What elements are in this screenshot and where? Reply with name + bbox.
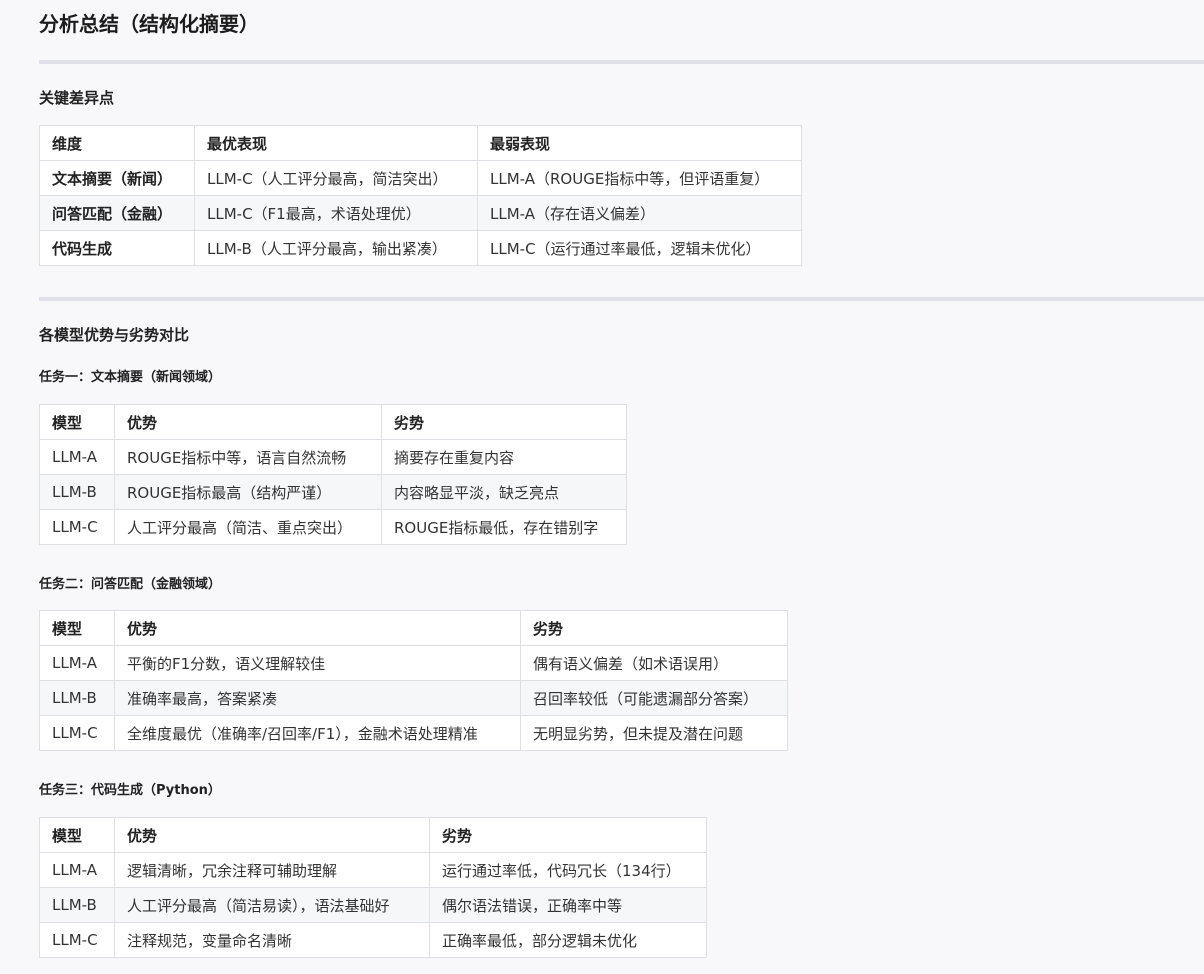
column-header: 模型: [39, 404, 115, 440]
table-row: LLM-A 平衡的F1分数，语义理解较佳 偶有语义偏差（如术语误用）: [39, 645, 788, 681]
table-cell: LLM-B: [39, 887, 115, 923]
column-header: 劣势: [429, 817, 707, 853]
column-header: 优势: [114, 404, 382, 440]
table-row: LLM-B 人工评分最高（简洁易读），语法基础好 偶尔语法错误，正确率中等: [39, 887, 707, 923]
table-cell: 代码生成: [39, 230, 195, 266]
table-cell: LLM-C: [39, 509, 115, 545]
table-header-row: 模型 优势 劣势: [39, 610, 788, 646]
task-3-table: 模型 优势 劣势 LLM-A 逻辑清晰，冗余注释可辅助理解 运行通过率低，代码冗…: [39, 817, 707, 958]
table-cell: LLM-C（人工评分最高，简洁突出）: [194, 160, 478, 196]
table-cell: LLM-C: [39, 715, 115, 751]
table-cell: 人工评分最高（简洁易读），语法基础好: [114, 887, 430, 923]
table-cell: 召回率较低（可能遗漏部分答案）: [520, 680, 788, 716]
table-cell: 摘要存在重复内容: [381, 439, 627, 475]
table-cell: 平衡的F1分数，语义理解较佳: [114, 645, 521, 681]
table-cell: LLM-C（F1最高，术语处理优）: [194, 195, 478, 231]
column-header: 模型: [39, 610, 115, 646]
table-row: 文本摘要（新闻） LLM-C（人工评分最高，简洁突出） LLM-A（ROUGE指…: [39, 160, 802, 196]
table-cell: ROUGE指标最高（结构严谨）: [114, 474, 382, 510]
table-cell: 文本摘要（新闻）: [39, 160, 195, 196]
table-cell: ROUGE指标最低，存在错别字: [381, 509, 627, 545]
table-cell: ROUGE指标中等，语言自然流畅: [114, 439, 382, 475]
table-cell: 无明显劣势，但未提及潜在问题: [520, 715, 788, 751]
column-header: 劣势: [520, 610, 788, 646]
key-diff-table: 维度 最优表现 最弱表现 文本摘要（新闻） LLM-C（人工评分最高，简洁突出）…: [39, 125, 802, 266]
column-header: 维度: [39, 125, 195, 161]
page-title: 分析总结（结构化摘要）: [39, 12, 259, 36]
table-header-row: 维度 最优表现 最弱表现: [39, 125, 802, 161]
column-header: 最弱表现: [477, 125, 802, 161]
table-row: LLM-C 注释规范，变量命名清晰 正确率最低，部分逻辑未优化: [39, 922, 707, 958]
divider: [39, 297, 1204, 301]
table-cell: 正确率最低，部分逻辑未优化: [429, 922, 707, 958]
column-header: 优势: [114, 610, 521, 646]
table-header-row: 模型 优势 劣势: [39, 817, 707, 853]
table-cell: 注释规范，变量命名清晰: [114, 922, 430, 958]
table-cell: 偶有语义偏差（如术语误用）: [520, 645, 788, 681]
table-row: 问答匹配（金融） LLM-C（F1最高，术语处理优） LLM-A（存在语义偏差）: [39, 195, 802, 231]
table-cell: LLM-C（运行通过率最低，逻辑未优化）: [477, 230, 802, 266]
table-cell: LLM-A（ROUGE指标中等，但评语重复）: [477, 160, 802, 196]
divider: [39, 60, 1204, 64]
column-header: 劣势: [381, 404, 627, 440]
table-cell: LLM-B（人工评分最高，输出紧凑）: [194, 230, 478, 266]
key-diff-heading: 关键差异点: [39, 89, 115, 107]
table-cell: LLM-C: [39, 922, 115, 958]
table-cell: 内容略显平淡，缺乏亮点: [381, 474, 627, 510]
task-2-heading: 任务二：问答匹配（金融领域）: [39, 577, 222, 592]
table-cell: 逻辑清晰，冗余注释可辅助理解: [114, 852, 430, 888]
table-cell: LLM-A: [39, 645, 115, 681]
table-cell: LLM-B: [39, 474, 115, 510]
table-cell: 偶尔语法错误，正确率中等: [429, 887, 707, 923]
table-row: LLM-A ROUGE指标中等，语言自然流畅 摘要存在重复内容: [39, 439, 627, 475]
table-row: 代码生成 LLM-B（人工评分最高，输出紧凑） LLM-C（运行通过率最低，逻辑…: [39, 230, 802, 266]
table-row: LLM-B 准确率最高，答案紧凑 召回率较低（可能遗漏部分答案）: [39, 680, 788, 716]
table-cell: 准确率最高，答案紧凑: [114, 680, 521, 716]
task-1-table: 模型 优势 劣势 LLM-A ROUGE指标中等，语言自然流畅 摘要存在重复内容…: [39, 404, 627, 545]
table-row: LLM-C 人工评分最高（简洁、重点突出） ROUGE指标最低，存在错别字: [39, 509, 627, 545]
column-header: 最优表现: [194, 125, 478, 161]
table-cell: 问答匹配（金融）: [39, 195, 195, 231]
task-2-table: 模型 优势 劣势 LLM-A 平衡的F1分数，语义理解较佳 偶有语义偏差（如术语…: [39, 610, 788, 751]
column-header: 优势: [114, 817, 430, 853]
table-header-row: 模型 优势 劣势: [39, 404, 627, 440]
table-cell: 全维度最优（准确率/召回率/F1），金融术语处理精准: [114, 715, 521, 751]
compare-heading: 各模型优势与劣势对比: [39, 326, 190, 344]
table-cell: 人工评分最高（简洁、重点突出）: [114, 509, 382, 545]
table-cell: LLM-A: [39, 852, 115, 888]
table-row: LLM-C 全维度最优（准确率/召回率/F1），金融术语处理精准 无明显劣势，但…: [39, 715, 788, 751]
table-cell: LLM-B: [39, 680, 115, 716]
table-cell: 运行通过率低，代码冗长（134行）: [429, 852, 707, 888]
task-1-heading: 任务一：文本摘要（新闻领域）: [39, 370, 222, 385]
column-header: 模型: [39, 817, 115, 853]
task-3-heading: 任务三：代码生成（Python）: [39, 783, 221, 798]
table-cell: LLM-A（存在语义偏差）: [477, 195, 802, 231]
table-cell: LLM-A: [39, 439, 115, 475]
table-row: LLM-A 逻辑清晰，冗余注释可辅助理解 运行通过率低，代码冗长（134行）: [39, 852, 707, 888]
table-row: LLM-B ROUGE指标最高（结构严谨） 内容略显平淡，缺乏亮点: [39, 474, 627, 510]
